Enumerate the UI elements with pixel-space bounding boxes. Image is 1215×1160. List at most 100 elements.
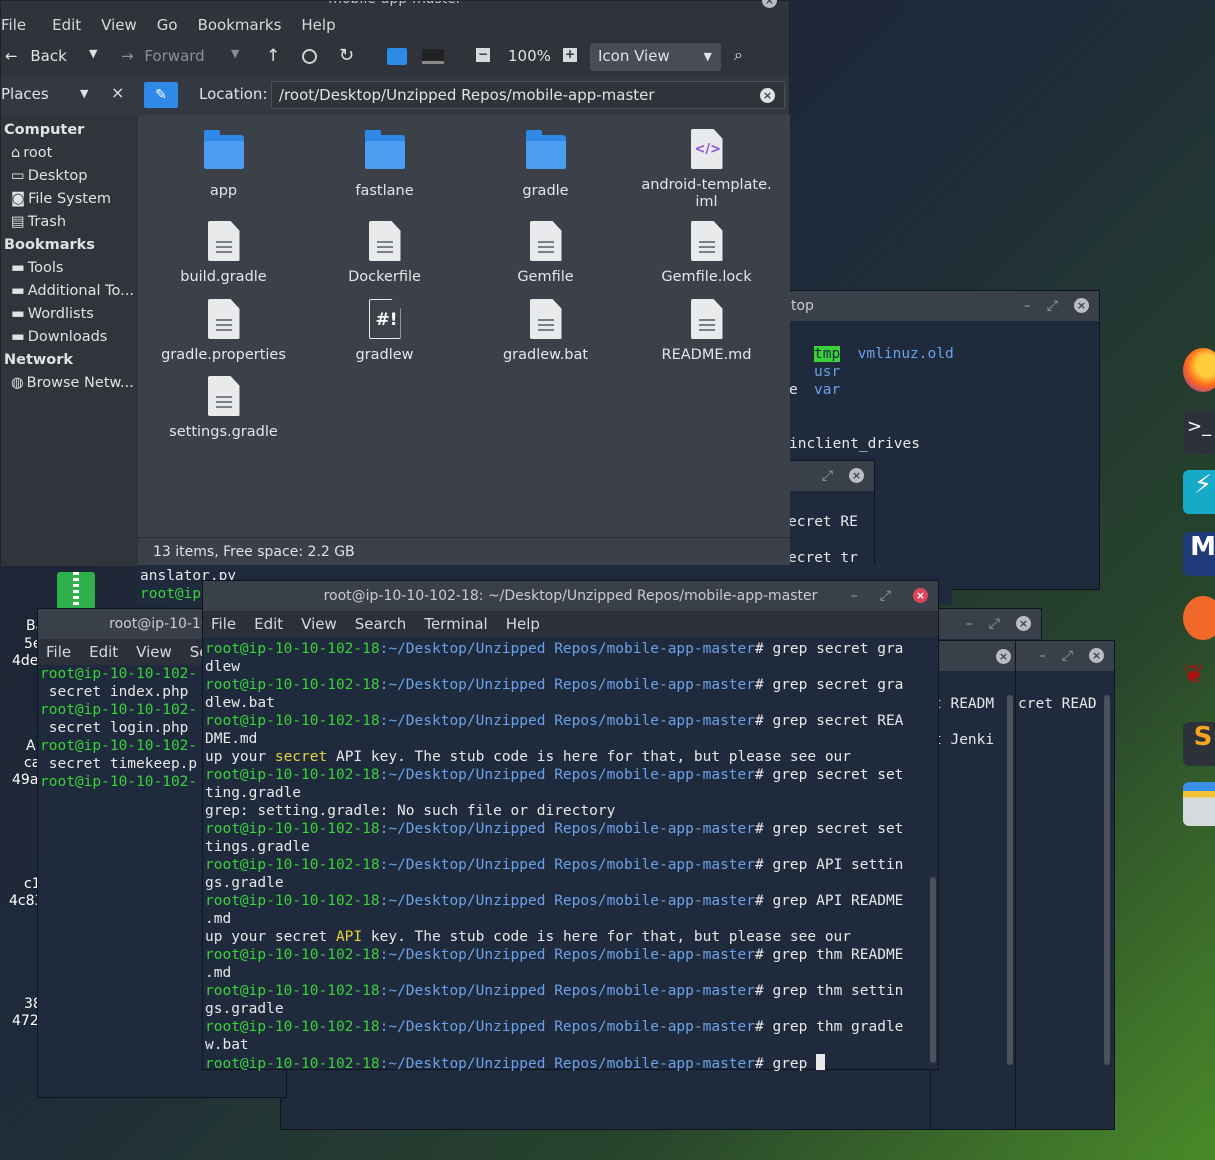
sidebar-item-downloads[interactable]: ▬ Downloads: [1, 326, 138, 349]
maximize-icon[interactable]: ⤢: [880, 588, 891, 604]
sublime-icon[interactable]: S: [1183, 722, 1215, 766]
forward-history-dropdown[interactable]: ▼: [231, 47, 239, 60]
menu-bookmarks[interactable]: Bookmarks: [198, 16, 282, 34]
back-history-dropdown[interactable]: ▼: [89, 47, 97, 60]
file-item[interactable]: app: [143, 129, 304, 200]
back-button[interactable]: ← Back: [5, 47, 67, 65]
files-icon[interactable]: [1183, 782, 1215, 826]
menu-file[interactable]: File: [211, 615, 236, 633]
file-item[interactable]: gradle.properties: [143, 299, 304, 364]
sidebar-item-trash[interactable]: ▤ Trash: [1, 211, 138, 234]
file-item[interactable]: gradlew.bat: [465, 299, 626, 364]
file-item[interactable]: </> android-template. iml: [626, 129, 787, 211]
minimize-icon[interactable]: –: [966, 616, 973, 632]
menu-edit[interactable]: Edit: [254, 615, 283, 633]
view-mode-select[interactable]: Icon View ▼: [590, 43, 721, 71]
stop-icon[interactable]: [302, 49, 317, 64]
maximize-icon[interactable]: ⤢: [1062, 648, 1073, 664]
file-item[interactable]: build.gradle: [143, 221, 304, 286]
close-icon[interactable]: ×: [996, 648, 1011, 664]
sidebar-item-browse-network[interactable]: ◍ Browse Netw...: [1, 372, 138, 395]
menu-edit[interactable]: Edit: [89, 643, 118, 661]
minimize-icon[interactable]: –: [1024, 298, 1031, 314]
sidebar-item-wordlists[interactable]: ▬ Wordlists: [1, 303, 138, 326]
terminal-prompt-line: root@ip-10-10-102-18:~/Desktop/Unzipped …: [205, 892, 938, 910]
edit-location-button[interactable]: ✎: [144, 82, 178, 108]
sidebar-item-tools[interactable]: ▬ Tools: [1, 257, 138, 280]
search-icon[interactable]: ⌕: [734, 45, 743, 65]
forward-button[interactable]: → Forward: [121, 47, 205, 65]
file-manager-titlebar[interactable]: mobile-app-master ×: [1, 0, 789, 11]
command-wrap: w.bat: [205, 1037, 249, 1053]
terminal-icon[interactable]: >_: [1183, 410, 1215, 454]
up-arrow-icon[interactable]: ↑: [266, 46, 280, 66]
menu-file[interactable]: File: [46, 643, 71, 661]
close-sidebar-icon[interactable]: ×: [111, 83, 124, 102]
close-icon[interactable]: ×: [762, 0, 777, 8]
clear-location-icon[interactable]: ×: [760, 88, 775, 103]
file-item[interactable]: Gemfile: [465, 221, 626, 286]
terminal-output[interactable]: root@ip-10-10-102-18:~/Desktop/Unzipped …: [203, 637, 938, 1073]
file-view[interactable]: app fastlane gradle </> android-template.…: [138, 115, 790, 537]
maximize-icon[interactable]: ⤢: [1047, 298, 1058, 314]
prompt-symbol: #: [755, 1019, 773, 1035]
sidebar-item-additional-tools[interactable]: ▬ Additional To...: [1, 280, 138, 303]
archive-file-icon[interactable]: [57, 572, 95, 610]
sidebar-item-root[interactable]: ⌂ root: [1, 142, 138, 165]
file-item[interactable]: fastlane: [304, 129, 465, 200]
file-item[interactable]: settings.gradle: [143, 376, 304, 441]
right-terminal-c-titlebar[interactable]: – ⤢ ×: [1016, 641, 1114, 671]
firefox-icon[interactable]: [1183, 348, 1215, 392]
places-dropdown-icon[interactable]: ▼: [80, 87, 88, 100]
minimize-icon[interactable]: –: [1039, 648, 1046, 664]
computer-icon[interactable]: [422, 49, 444, 64]
burp-icon[interactable]: [1183, 596, 1215, 640]
file-item[interactable]: README.md: [626, 299, 787, 364]
scrollbar[interactable]: [930, 877, 936, 1063]
file-item[interactable]: gradle: [465, 129, 626, 200]
right-terminal-b-titlebar[interactable]: ×: [931, 641, 1021, 671]
scrollbar[interactable]: [1104, 695, 1110, 1065]
back-terminal-titlebar[interactable]: top – ⤢ ×: [761, 291, 1099, 321]
maximize-icon[interactable]: ⤢: [989, 616, 1000, 632]
close-icon[interactable]: ×: [849, 468, 864, 483]
zoom-out-icon[interactable]: −: [476, 48, 490, 62]
reload-icon[interactable]: ↻: [339, 45, 354, 66]
zoom-in-icon[interactable]: +: [563, 48, 577, 62]
main-terminal-window[interactable]: root@ip-10-10-102-18: ~/Desktop/Unzipped…: [202, 580, 939, 1073]
file-item[interactable]: #! gradlew: [304, 299, 465, 364]
file-item[interactable]: Gemfile.lock: [626, 221, 787, 286]
home-folder-icon[interactable]: [387, 48, 407, 65]
minimize-icon[interactable]: –: [851, 588, 858, 604]
close-icon[interactable]: ×: [1089, 648, 1104, 663]
close-icon[interactable]: ×: [1074, 298, 1089, 313]
menu-go[interactable]: Go: [157, 16, 178, 34]
sidebar-item-file-system[interactable]: ◙ File System: [1, 188, 138, 211]
scrollbar[interactable]: [1007, 695, 1013, 1065]
metasploit-icon[interactable]: M: [1183, 532, 1215, 576]
mid-terminal-titlebar[interactable]: ⤢ ×: [776, 461, 874, 491]
close-icon[interactable]: ×: [913, 588, 928, 603]
menu-view[interactable]: View: [101, 16, 137, 34]
zap-icon[interactable]: ⚡: [1183, 470, 1215, 514]
menu-file[interactable]: File: [1, 16, 26, 34]
main-terminal-titlebar[interactable]: root@ip-10-10-102-18: ~/Desktop/Unzipped…: [203, 581, 938, 611]
close-icon[interactable]: ×: [1016, 616, 1031, 631]
menu-view[interactable]: View: [136, 643, 172, 661]
menu-help[interactable]: Help: [301, 16, 335, 34]
command-wrap: tings.gradle: [205, 839, 310, 855]
menu-edit[interactable]: Edit: [52, 16, 81, 34]
menu-help[interactable]: Help: [506, 615, 540, 633]
location-input[interactable]: /root/Desktop/Unzipped Repos/mobile-app-…: [271, 81, 785, 109]
menu-terminal[interactable]: Terminal: [424, 615, 487, 633]
right-terminal-window-c[interactable]: – ⤢ × cret READ: [1015, 640, 1115, 1130]
menu-view[interactable]: View: [301, 615, 337, 633]
right-terminal-window-b[interactable]: × t READM t Jenki: [930, 640, 1022, 1130]
maximize-icon[interactable]: ⤢: [822, 468, 833, 484]
menu-search[interactable]: Search: [355, 615, 407, 633]
sidebar-item-desktop[interactable]: ▭ Desktop: [1, 165, 138, 188]
dragon-icon[interactable]: ❦: [1183, 660, 1215, 704]
file-item[interactable]: Dockerfile: [304, 221, 465, 286]
file-manager-window[interactable]: mobile-app-master × File Edit View Go Bo…: [0, 0, 790, 566]
arrow-left-icon: ←: [5, 47, 18, 65]
